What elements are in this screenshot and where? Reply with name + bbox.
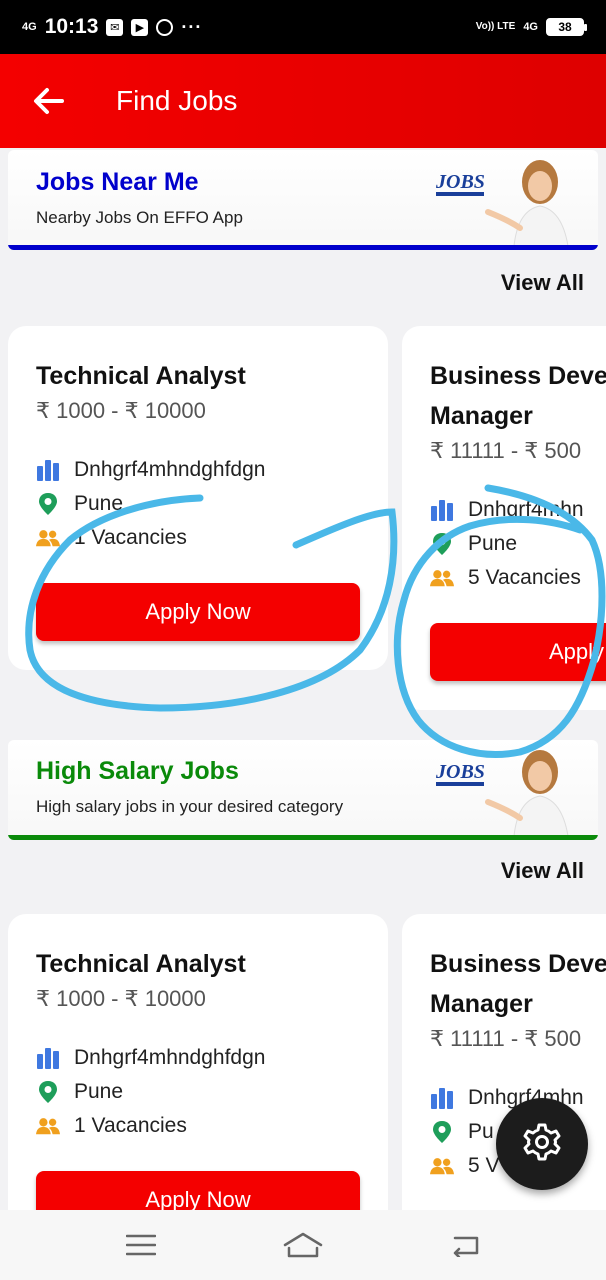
company-name: Dnhgrf4mhn [468, 498, 584, 521]
bar-chart-icon [36, 458, 60, 482]
apply-now-button[interactable]: Apply Now [36, 583, 360, 641]
people-icon [36, 1114, 60, 1138]
network-indicator-2: 4G [523, 21, 538, 33]
banner-subtitle: High salary jobs in your desired categor… [36, 797, 344, 816]
banner-accent-line [8, 835, 598, 840]
job-card[interactable]: Technical Analyst ₹ 1000 - ₹ 10000 Dnhgr… [8, 326, 388, 670]
company-row: Dnhgrf4mhn [430, 498, 584, 522]
vacancies-count: 1 Vacancies [74, 1114, 187, 1137]
app-bar: Find Jobs [0, 54, 606, 148]
volte-indicator: Vo)) LTE [475, 21, 516, 32]
company-row: Dnhgrf4mhndghfdgn [36, 458, 265, 482]
banner-title: High Salary Jobs [36, 757, 239, 785]
job-location: Pu [468, 1120, 494, 1143]
clock: 10:13 [44, 15, 99, 38]
view-all-link[interactable]: View All [501, 858, 584, 884]
people-icon [430, 566, 454, 590]
apply-now-button[interactable]: Apply Now [36, 1171, 360, 1214]
jobs-near-me-banner[interactable]: Jobs Near Me Nearby Jobs On EFFO App JOB… [8, 150, 598, 250]
location-row: Pune [36, 1080, 123, 1104]
bar-chart-icon [430, 1086, 454, 1110]
location-row: Pune [430, 532, 517, 556]
status-bar: 4G 10:13 ✉ ▶ ··· Vo)) LTE 4G 38 [0, 0, 606, 54]
arrow-left-icon[interactable] [30, 83, 66, 119]
high-salary-jobs-banner[interactable]: High Salary Jobs High salary jobs in you… [8, 740, 598, 840]
home-icon[interactable] [283, 1225, 323, 1265]
job-salary: ₹ 1000 - ₹ 10000 [36, 398, 206, 423]
location-row: Pu [430, 1120, 494, 1144]
job-location: Pune [74, 492, 124, 515]
company-name: Dnhgrf4mhndghfdgn [74, 1046, 266, 1069]
people-icon [36, 526, 60, 550]
system-nav-bar [0, 1210, 606, 1280]
jobs-art-label: JOBS [435, 171, 485, 193]
map-pin-icon [430, 532, 454, 556]
company-row: Dnhgrf4mhndghfdgn [36, 1046, 265, 1070]
apply-now-button[interactable]: Apply [430, 623, 606, 681]
whatsapp-icon [156, 18, 174, 36]
banner-title: Jobs Near Me [36, 168, 199, 196]
jobs-art-label: JOBS [435, 761, 485, 783]
map-pin-icon [36, 1080, 60, 1104]
job-salary: ₹ 1000 - ₹ 10000 [36, 986, 206, 1011]
page-title: Find Jobs [116, 85, 238, 116]
jobs-illustration: JOBS [435, 750, 569, 836]
gear-icon [522, 1122, 562, 1167]
job-card[interactable]: Business Deve Manager ₹ 11111 - ₹ 500 Dnh… [402, 326, 606, 710]
network-indicator: 4G [22, 21, 37, 33]
more-notifications-icon: ··· [181, 16, 203, 37]
location-row: Pune [36, 492, 123, 516]
back-nav-icon[interactable] [445, 1225, 485, 1265]
view-all-link[interactable]: View All [501, 270, 584, 296]
job-title: Business Deve Manager [430, 950, 606, 1018]
vacancies-count: 5 Vacancies [468, 566, 581, 589]
jobs-illustration: JOBS [435, 160, 569, 246]
job-title: Technical Analyst [36, 950, 246, 978]
job-title: Technical Analyst [36, 362, 246, 390]
vacancies-row: 1 Vacancies [36, 1114, 187, 1138]
job-location: Pune [468, 532, 518, 555]
vacancies-row: 5 V [430, 1154, 500, 1178]
map-pin-icon [36, 492, 60, 516]
menu-icon[interactable] [121, 1225, 161, 1265]
bar-chart-icon [430, 498, 454, 522]
people-icon [430, 1154, 454, 1178]
vacancies-row: 1 Vacancies [36, 526, 187, 550]
bar-chart-icon [36, 1046, 60, 1070]
job-title: Business Deve Manager [430, 362, 606, 430]
vacancies-count: 5 V [468, 1154, 500, 1177]
job-salary: ₹ 11111 - ₹ 500 [430, 438, 582, 463]
company-name: Dnhgrf4mhndghfdgn [74, 458, 266, 481]
banner-accent-line [8, 245, 598, 250]
vacancies-count: 1 Vacancies [74, 526, 187, 549]
battery-indicator: 38 [546, 18, 587, 36]
vacancies-row: 5 Vacancies [430, 566, 581, 590]
map-pin-icon [430, 1120, 454, 1144]
job-location: Pune [74, 1080, 124, 1103]
youtube-icon: ▶ [131, 18, 149, 36]
banner-subtitle: Nearby Jobs On EFFO App [36, 208, 243, 227]
job-salary: ₹ 11111 - ₹ 500 [430, 1026, 582, 1051]
mail-icon: ✉ [106, 18, 124, 36]
settings-fab[interactable] [496, 1098, 588, 1190]
job-card[interactable]: Technical Analyst ₹ 1000 - ₹ 10000 Dnhgr… [8, 914, 388, 1214]
